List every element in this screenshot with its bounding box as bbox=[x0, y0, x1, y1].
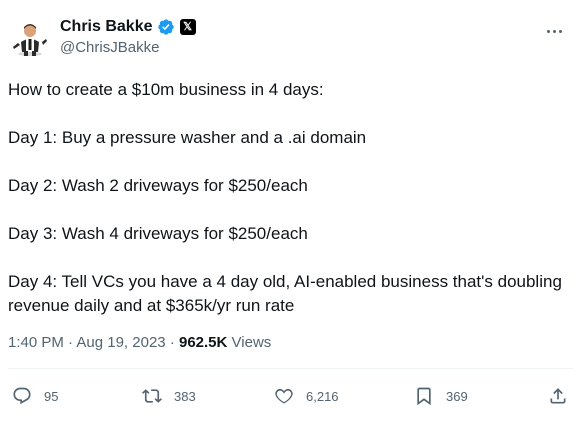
meta-separator: · bbox=[169, 334, 175, 351]
tweet-text: How to create a $10m business in 4 days:… bbox=[8, 78, 568, 318]
name-row: Chris Bakke 𝕏 bbox=[60, 16, 196, 38]
display-name[interactable]: Chris Bakke bbox=[60, 18, 153, 36]
more-horizontal-icon[interactable] bbox=[547, 26, 567, 36]
like-button[interactable]: 6,216 bbox=[274, 382, 339, 410]
avatar[interactable] bbox=[8, 14, 52, 58]
views-count[interactable]: 962.5K bbox=[179, 334, 227, 351]
views-label: Views bbox=[231, 334, 272, 351]
tweet-date[interactable]: Aug 19, 2023 bbox=[76, 334, 165, 351]
repost-button[interactable]: 383 bbox=[142, 382, 196, 410]
tweet-line: Day 4: Tell VCs you have a 4 day old, AI… bbox=[8, 272, 562, 315]
author-info: Chris Bakke 𝕏 @ChrisJBakke bbox=[60, 16, 196, 56]
verified-badge-icon[interactable] bbox=[157, 18, 175, 36]
bookmark-count: 369 bbox=[446, 388, 468, 404]
like-count: 6,216 bbox=[306, 388, 339, 404]
divider bbox=[8, 368, 573, 369]
tweet-line: How to create a $10m business in 4 days: bbox=[8, 80, 324, 99]
action-bar: 95 383 6,216 369 bbox=[8, 382, 573, 410]
tweet-line: Day 1: Buy a pressure washer and a .ai d… bbox=[8, 128, 367, 147]
share-icon bbox=[548, 386, 568, 406]
share-button[interactable] bbox=[548, 382, 568, 410]
reply-button[interactable]: 95 bbox=[12, 382, 58, 410]
tweet-meta: 1:40 PM · Aug 19, 2023 · 962.5K Views bbox=[8, 334, 271, 351]
tweet-line: Day 3: Wash 4 driveways for $250/each bbox=[8, 224, 308, 243]
repost-count: 383 bbox=[174, 388, 196, 404]
tweet-header: Chris Bakke 𝕏 @ChrisJBakke bbox=[8, 12, 573, 62]
meta-separator: · bbox=[68, 334, 74, 351]
reply-count: 95 bbox=[44, 388, 59, 404]
repost-icon bbox=[142, 386, 162, 406]
tweet-time[interactable]: 1:40 PM bbox=[8, 334, 64, 351]
bookmark-button[interactable]: 369 bbox=[414, 382, 468, 410]
tweet-line: Day 2: Wash 2 driveways for $250/each bbox=[8, 176, 308, 195]
bookmark-icon bbox=[414, 386, 434, 406]
reply-icon bbox=[12, 386, 32, 406]
author-handle[interactable]: @ChrisJBakke bbox=[60, 39, 196, 56]
affiliate-badge-glyph: 𝕏 bbox=[183, 20, 192, 33]
affiliate-badge-icon[interactable]: 𝕏 bbox=[179, 19, 196, 35]
heart-icon bbox=[274, 386, 294, 406]
